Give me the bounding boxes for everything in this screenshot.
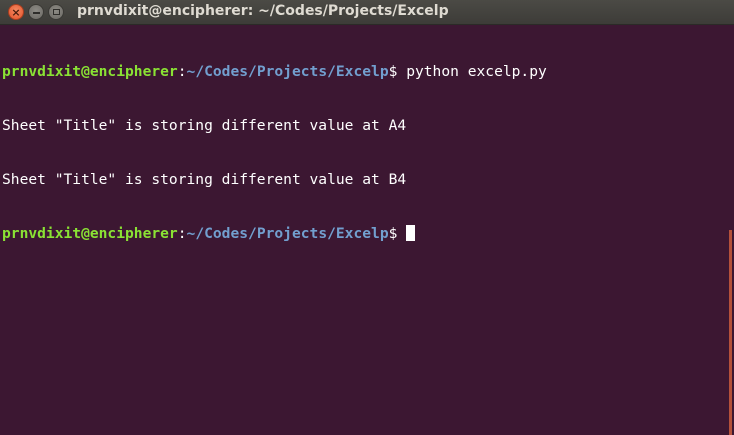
command-text: python excelp.py [406,63,547,80]
window-title: prnvdixit@encipherer: ~/Codes/Projects/E… [77,3,449,19]
prompt-separator: : [177,63,187,80]
close-button[interactable]: × [8,4,24,20]
output-line: Sheet "Title" is storing different value… [2,117,407,134]
prompt-user-host: prnvdixit@encipherer [2,225,178,242]
prompt-dollar: $ [388,63,407,80]
maximize-icon [52,9,60,15]
scrollbar[interactable] [728,25,734,435]
prompt-user-host: prnvdixit@encipherer [2,63,178,80]
maximize-button[interactable] [48,4,64,20]
close-icon: × [11,5,21,19]
text-cursor [406,225,416,241]
prompt-separator: : [177,225,187,242]
scrollbar-thumb[interactable] [729,230,732,435]
prompt-line: prnvdixit@encipherer:~/Codes/Projects/Ex… [2,63,728,81]
prompt-line: prnvdixit@encipherer:~/Codes/Projects/Ex… [2,225,728,243]
terminal-window: × prnvdixit@encipherer: ~/Codes/Projects… [0,0,734,435]
prompt-dollar: $ [388,225,407,242]
minimize-icon [32,12,40,14]
prompt-path: ~/Codes/Projects/Excelp [186,63,389,80]
output-line: Sheet "Title" is storing different value… [2,171,407,188]
minimize-button[interactable] [28,4,44,20]
title-bar[interactable]: × prnvdixit@encipherer: ~/Codes/Projects… [0,0,734,25]
prompt-path: ~/Codes/Projects/Excelp [186,225,389,242]
terminal-content[interactable]: prnvdixit@encipherer:~/Codes/Projects/Ex… [0,25,728,435]
